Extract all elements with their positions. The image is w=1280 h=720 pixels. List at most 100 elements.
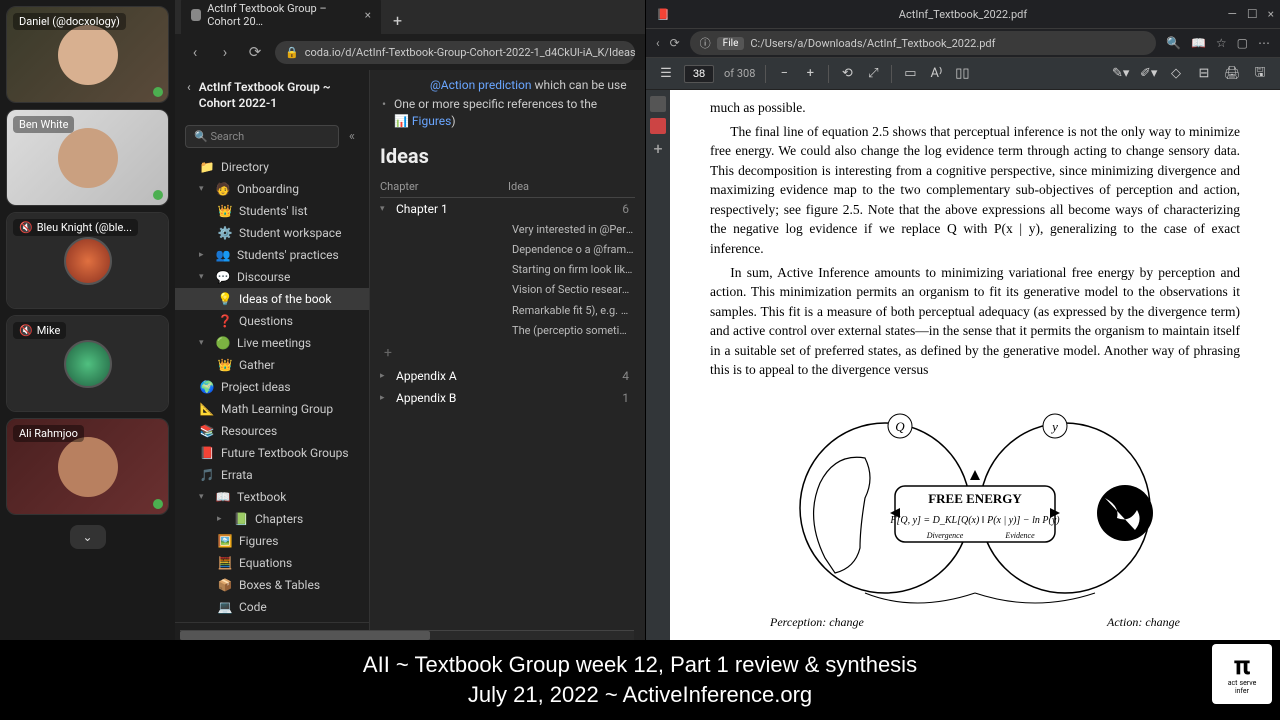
add-icon[interactable]: + [650,140,666,156]
tree-item-discourse[interactable]: ▾💬Discourse [175,266,369,288]
tree-item-future[interactable]: 📕Future Textbook Groups [175,442,369,464]
maximize-icon[interactable]: ☐ [1247,7,1258,21]
read-aloud-icon[interactable]: A⁾ [928,66,944,81]
info-icon: ⓘ [700,35,711,51]
participant-daniel[interactable]: Daniel (@docxology) [6,6,169,103]
tree-item-resources[interactable]: 📚Resources [175,420,369,442]
collections-icon[interactable]: ▢ [1237,36,1248,50]
file-pill: File [717,37,745,50]
erase-icon[interactable]: ◇ [1168,66,1184,81]
figure-caption: Perception: change Action: change [710,612,1240,631]
tree-item-equations[interactable]: 🧮Equations [175,552,369,574]
page-tree: 📁Directory ▾🧑Onboarding 👑Students' list … [175,152,369,622]
close-icon[interactable]: × [1268,7,1274,21]
chapter-1-row[interactable]: ▾ Chapter 1 6 [380,198,635,220]
print-icon[interactable]: 🖨 [1224,66,1240,81]
participant-ben[interactable]: Ben White [6,109,169,206]
tree-item-onboarding[interactable]: ▾🧑Onboarding [175,178,369,200]
fig-title: FREE ENERGY [928,491,1022,506]
participant-mike[interactable]: 🔇Mike [6,315,169,412]
tree-item-code[interactable]: 💻Code [175,596,369,618]
tree-item-figures[interactable]: 🖼️Figures [175,530,369,552]
idea-row[interactable]: Remarkable fit 5), e.g. High/Lo angle). [384,301,635,321]
pdf-window-title: 📕 ActInf_Textbook_2022.pdf — ☐ × [646,0,1280,28]
tree-item-chapters[interactable]: ▸📗Chapters [175,508,369,530]
tree-item-textbook[interactable]: ▾📖Textbook [175,486,369,508]
add-idea-button[interactable]: + [384,341,635,365]
actinf-logo: π actserve infer [1212,644,1272,704]
page-input[interactable] [684,65,714,83]
banner-line-2: July 21, 2022 ~ ActiveInference.org [363,680,917,710]
tree-item-projects[interactable]: 🌍Project ideas [175,376,369,398]
back-icon[interactable]: ‹ [656,36,660,50]
page-total: of 308 [724,67,755,80]
back-icon[interactable]: ‹ [187,80,191,96]
new-tab-button[interactable]: + [385,7,410,34]
tree-item-gather[interactable]: 👑Gather [175,354,369,376]
search-input[interactable]: 🔍 Search [185,125,339,148]
zoom-in-icon[interactable]: + [802,66,818,81]
close-tab-icon[interactable]: × [365,8,371,22]
idea-row[interactable]: Very interested in @Perception o stated … [384,220,635,240]
sidebar-toggle-icon[interactable]: ☰ [658,66,674,81]
page-view-icon[interactable]: ▭ [902,66,918,81]
workspace-header[interactable]: ‹ ActInf Textbook Group ~ Cohort 2022-1 [175,70,369,121]
text-icon[interactable]: ⊟ [1196,66,1212,81]
mute-icon: 🔇 [19,324,33,337]
tree-item-boxes[interactable]: 📦Boxes & Tables [175,574,369,596]
pdf-url-bar[interactable]: ⓘ File C:/Users/a/Downloads/ActInf_Textb… [690,31,1156,55]
idea-row[interactable]: Dependence o a @framework mathematical r… [384,240,635,260]
minimize-icon[interactable]: — [1227,7,1236,21]
fit-icon[interactable]: ⤢ [865,66,881,81]
pdf-toolbar: ☰ of 308 − + ⟲ ⤢ ▭ A⁾ ▯▯ ✎▾ ✐▾ ◇ ⊟ 🖨 🖫 [646,58,1280,90]
tree-item-student-workspace[interactable]: ⚙️Student workspace [175,222,369,244]
thumbnail-icon[interactable] [650,96,666,112]
q-label: Q [895,419,905,434]
menu-icon[interactable]: ⋯ [1258,36,1270,50]
workspace-title: ActInf Textbook Group ~ Cohort 2022-1 [199,80,357,111]
search-icon[interactable]: 🔍 [1166,36,1181,50]
fig-eq: F[Q, y] = D_KL[Q(x) ‖ P(x | y)] − ln P(y… [889,515,1060,526]
figures-link[interactable]: 📊 Figures [394,114,451,128]
back-icon[interactable]: ‹ [185,43,205,61]
idea-row[interactable]: The (perceptio sometimes cha [384,321,635,341]
tab-title: ActInf Textbook Group – Cohort 20… [207,2,358,28]
reload-icon[interactable]: ⟳ [670,36,680,50]
participant-ali[interactable]: Ali Rahmjoo [6,418,169,515]
pdf-icon: 📕 [656,8,670,21]
tree-item-questions[interactable]: ❓Questions [175,310,369,332]
tree-item-errata[interactable]: 🎵Errata [175,464,369,486]
forward-icon[interactable]: › [215,43,235,61]
appendix-b-row[interactable]: ▸ Appendix B 1 [380,387,635,409]
pdf-panel: 📕 ActInf_Textbook_2022.pdf — ☐ × ‹ ⟳ ⓘ F… [645,0,1280,640]
mention-link[interactable]: @Action prediction [430,78,532,92]
expand-participants-button[interactable]: ⌄ [70,525,106,549]
tree-item-live-meetings[interactable]: ▾🟢Live meetings [175,332,369,354]
tree-item-directory[interactable]: 📁Directory [175,156,369,178]
tree-item-ideas[interactable]: 💡Ideas of the book [175,288,369,310]
browser-tab[interactable]: ActInf Textbook Group – Cohort 20… × [181,0,381,34]
url-bar[interactable]: 🔒 coda.io/d/ActInf-Textbook-Group-Cohort… [275,41,635,64]
rotate-icon[interactable]: ⟲ [839,66,855,81]
idea-row[interactable]: Vision of Sectio research, espe [384,280,635,300]
reload-icon[interactable]: ⟳ [245,43,265,61]
collapse-sidebar-icon[interactable]: « [345,125,359,148]
horizontal-scrollbar[interactable] [180,630,634,640]
tree-item-students-practices[interactable]: ▸👥Students' practices [175,244,369,266]
highlight-icon[interactable]: ✐▾ [1140,66,1156,81]
bookmark-icon[interactable] [650,118,666,134]
tree-item-math[interactable]: 📐Math Learning Group [175,398,369,420]
read-icon[interactable]: 📖 [1191,36,1206,50]
participant-bleu[interactable]: 🔇Bleu Knight (@ble... [6,212,169,309]
star-icon[interactable]: ☆ [1216,36,1227,50]
draw-icon[interactable]: ✎▾ [1112,66,1128,81]
tree-item-students-list[interactable]: 👑Students' list [175,200,369,222]
idea-row[interactable]: Starting on firm look like? 🧩 Ac into fo… [384,260,635,280]
participant-name: Ben White [13,116,74,133]
appendix-a-row[interactable]: ▸ Appendix A 4 [380,365,635,387]
zoom-out-icon[interactable]: − [776,66,792,81]
save-icon[interactable]: 🖫 [1252,63,1268,85]
lock-icon: 🔒 [285,46,299,59]
browser-chrome: ActInf Textbook Group – Cohort 20… × + ‹… [175,0,645,70]
two-page-icon[interactable]: ▯▯ [954,66,970,81]
